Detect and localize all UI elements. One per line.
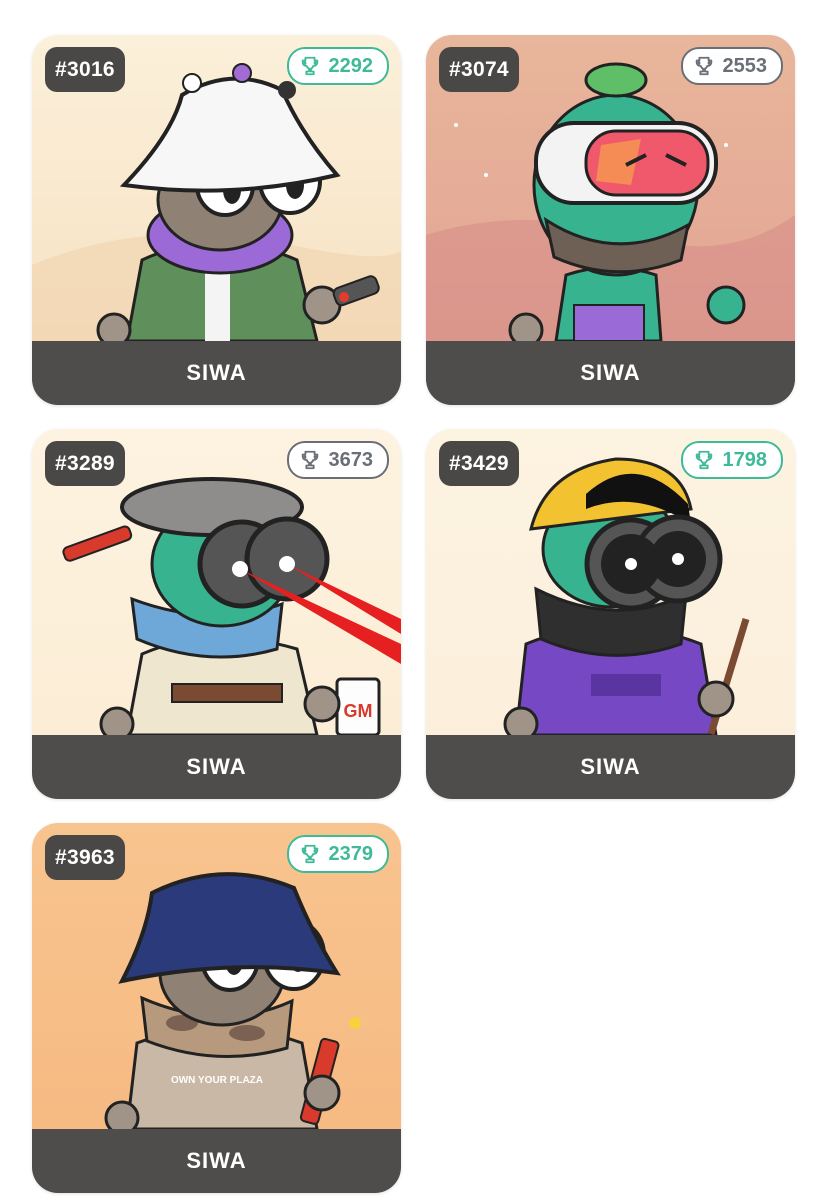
collection-name: SIWA	[426, 341, 795, 405]
trophy-score-badge: 3673	[286, 441, 389, 479]
nft-card-3016[interactable]: #3016 2292 SIWA	[32, 35, 401, 405]
trophy-score: 2379	[328, 842, 374, 865]
hoodie-text: OWN YOUR PLAZA	[171, 1075, 263, 1086]
nft-grid: #3016 2292 SIWA #3074 2553 SIWA GM #3289…	[0, 0, 827, 1200]
token-id-badge: #3016	[45, 47, 125, 92]
nft-card-3289[interactable]: GM #3289 3673 SIWA	[32, 429, 401, 799]
trophy-icon	[695, 450, 712, 470]
trophy-score: 3673	[328, 448, 374, 471]
collection-name: SIWA	[32, 735, 401, 799]
trophy-score-badge: 1798	[680, 441, 783, 479]
token-id-badge: #3963	[45, 835, 125, 880]
token-id-badge: #3289	[45, 441, 125, 486]
trophy-icon	[301, 56, 318, 76]
nft-card-3074[interactable]: #3074 2553 SIWA	[426, 35, 795, 405]
trophy-score: 1798	[722, 448, 768, 471]
trophy-score-badge: 2379	[286, 835, 389, 873]
collection-name: SIWA	[426, 735, 795, 799]
trophy-score: 2553	[722, 54, 768, 77]
nft-card-3429[interactable]: #3429 1798 SIWA	[426, 429, 795, 799]
trophy-icon	[301, 450, 318, 470]
mug-text: GM	[344, 701, 373, 721]
trophy-icon	[301, 844, 318, 864]
trophy-icon	[695, 56, 712, 76]
trophy-score: 2292	[328, 54, 374, 77]
token-id-badge: #3074	[439, 47, 519, 92]
collection-name: SIWA	[32, 341, 401, 405]
nft-card-3963[interactable]: OWN YOUR PLAZA #3963 2379 SIWA	[32, 823, 401, 1193]
token-id-badge: #3429	[439, 441, 519, 486]
trophy-score-badge: 2553	[680, 47, 783, 85]
trophy-score-badge: 2292	[286, 47, 389, 85]
collection-name: SIWA	[32, 1129, 401, 1193]
